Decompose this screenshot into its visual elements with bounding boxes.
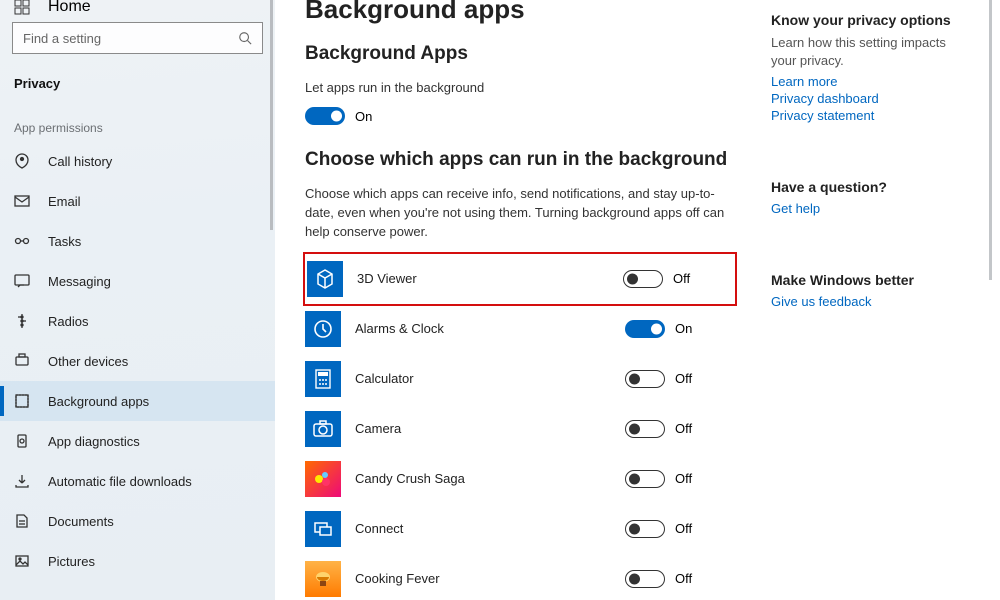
nav-icon [14, 353, 30, 369]
app-icon [305, 311, 341, 347]
app-name-label: Camera [355, 421, 625, 436]
app-icon [305, 361, 341, 397]
master-toggle-state: On [355, 109, 372, 124]
app-row-candy-crush-saga: Candy Crush Saga Off [305, 454, 735, 504]
master-toggle-label: Let apps run in the background [305, 79, 735, 97]
sidebar-item-other-devices[interactable]: Other devices [0, 341, 275, 381]
sidebar-item-automatic-file-downloads[interactable]: Automatic file downloads [0, 461, 275, 501]
app-row-alarms-clock: Alarms & Clock On [305, 304, 735, 354]
nav-icon [14, 433, 30, 449]
nav-icon [14, 273, 30, 289]
app-icon [305, 511, 341, 547]
app-icon [307, 261, 343, 297]
sidebar-item-app-diagnostics[interactable]: App diagnostics [0, 421, 275, 461]
sidebar-item-call-history[interactable]: Call history [0, 141, 275, 181]
nav-icon [14, 153, 30, 169]
sidebar-item-label: Radios [48, 314, 88, 329]
app-toggle-state: Off [675, 471, 692, 486]
app-row-3d-viewer: 3D Viewer Off [303, 252, 737, 306]
app-toggle[interactable] [623, 270, 663, 288]
section-description: Choose which apps can receive info, send… [305, 185, 735, 242]
search-placeholder: Find a setting [23, 31, 101, 46]
rail-privacy-head: Know your privacy options [771, 12, 966, 28]
app-name-label: Calculator [355, 371, 625, 386]
sidebar-item-documents[interactable]: Documents [0, 501, 275, 541]
nav-icon [14, 193, 30, 209]
nav-icon [14, 313, 30, 329]
sidebar-item-background-apps[interactable]: Background apps [0, 381, 275, 421]
link-privacy-statement[interactable]: Privacy statement [771, 108, 966, 123]
sidebar-category[interactable]: Privacy [0, 64, 275, 113]
main-panel: Background apps Background Apps Let apps… [275, 0, 1000, 600]
sidebar-item-label: Pictures [48, 554, 95, 569]
app-toggle[interactable] [625, 570, 665, 588]
nav-icon [14, 473, 30, 489]
nav-icon [14, 233, 30, 249]
rail-privacy-text: Learn how this setting impacts your priv… [771, 34, 966, 70]
nav-icon [14, 553, 30, 569]
app-toggle-state: Off [675, 571, 692, 586]
sidebar-item-label: Documents [48, 514, 114, 529]
search-icon [238, 31, 252, 45]
home-label: Home [48, 0, 91, 16]
app-name-label: Candy Crush Saga [355, 471, 625, 486]
app-toggle-state: Off [673, 271, 690, 286]
sidebar-item-label: Automatic file downloads [48, 474, 192, 489]
sidebar-item-home[interactable]: Home [0, 0, 275, 18]
app-row-camera: Camera Off [305, 404, 735, 454]
sidebar-item-label: Other devices [48, 354, 128, 369]
sidebar-item-radios[interactable]: Radios [0, 301, 275, 341]
app-toggle[interactable] [625, 520, 665, 538]
sidebar-item-label: App diagnostics [48, 434, 140, 449]
app-row-connect: Connect Off [305, 504, 735, 554]
sidebar-item-messaging[interactable]: Messaging [0, 261, 275, 301]
section-heading-background-apps: Background Apps [305, 43, 735, 65]
app-icon [305, 561, 341, 597]
sidebar-item-label: Email [48, 194, 81, 209]
sidebar-item-tasks[interactable]: Tasks [0, 221, 275, 261]
app-toggle-state: Off [675, 371, 692, 386]
app-toggle[interactable] [625, 470, 665, 488]
app-toggle[interactable] [625, 420, 665, 438]
app-name-label: Connect [355, 521, 625, 536]
link-get-help[interactable]: Get help [771, 201, 966, 216]
sidebar-item-label: Background apps [48, 394, 149, 409]
home-icon [14, 0, 30, 15]
link-learn-more[interactable]: Learn more [771, 74, 966, 89]
nav-icon [14, 513, 30, 529]
sidebar-item-label: Tasks [48, 234, 81, 249]
sidebar-section-header: App permissions [0, 113, 275, 141]
app-name-label: Cooking Fever [355, 571, 625, 586]
app-toggle[interactable] [625, 370, 665, 388]
app-name-label: Alarms & Clock [355, 321, 625, 336]
app-row-calculator: Calculator Off [305, 354, 735, 404]
sidebar-item-label: Messaging [48, 274, 111, 289]
link-give-feedback[interactable]: Give us feedback [771, 294, 966, 309]
right-rail: Know your privacy options Learn how this… [735, 0, 976, 600]
app-toggle-state: Off [675, 521, 692, 536]
nav-icon [14, 393, 30, 409]
main-scrollbar[interactable] [989, 0, 992, 600]
app-name-label: 3D Viewer [357, 271, 623, 286]
link-privacy-dashboard[interactable]: Privacy dashboard [771, 91, 966, 106]
master-toggle[interactable] [305, 107, 345, 125]
sidebar: Home Find a setting Privacy App permissi… [0, 0, 275, 600]
app-toggle-state: On [675, 321, 692, 336]
rail-question-head: Have a question? [771, 179, 966, 195]
sidebar-item-label: Call history [48, 154, 112, 169]
section-heading-choose-apps: Choose which apps can run in the backgro… [305, 149, 735, 171]
app-row-cooking-fever: Cooking Fever Off [305, 554, 735, 600]
sidebar-item-email[interactable]: Email [0, 181, 275, 221]
search-input[interactable]: Find a setting [12, 22, 263, 54]
rail-feedback-head: Make Windows better [771, 272, 966, 288]
app-icon [305, 461, 341, 497]
page-title: Background apps [305, 0, 735, 25]
sidebar-item-pictures[interactable]: Pictures [0, 541, 275, 581]
app-toggle-state: Off [675, 421, 692, 436]
app-toggle[interactable] [625, 320, 665, 338]
sidebar-scrollbar[interactable] [270, 0, 273, 600]
app-icon [305, 411, 341, 447]
